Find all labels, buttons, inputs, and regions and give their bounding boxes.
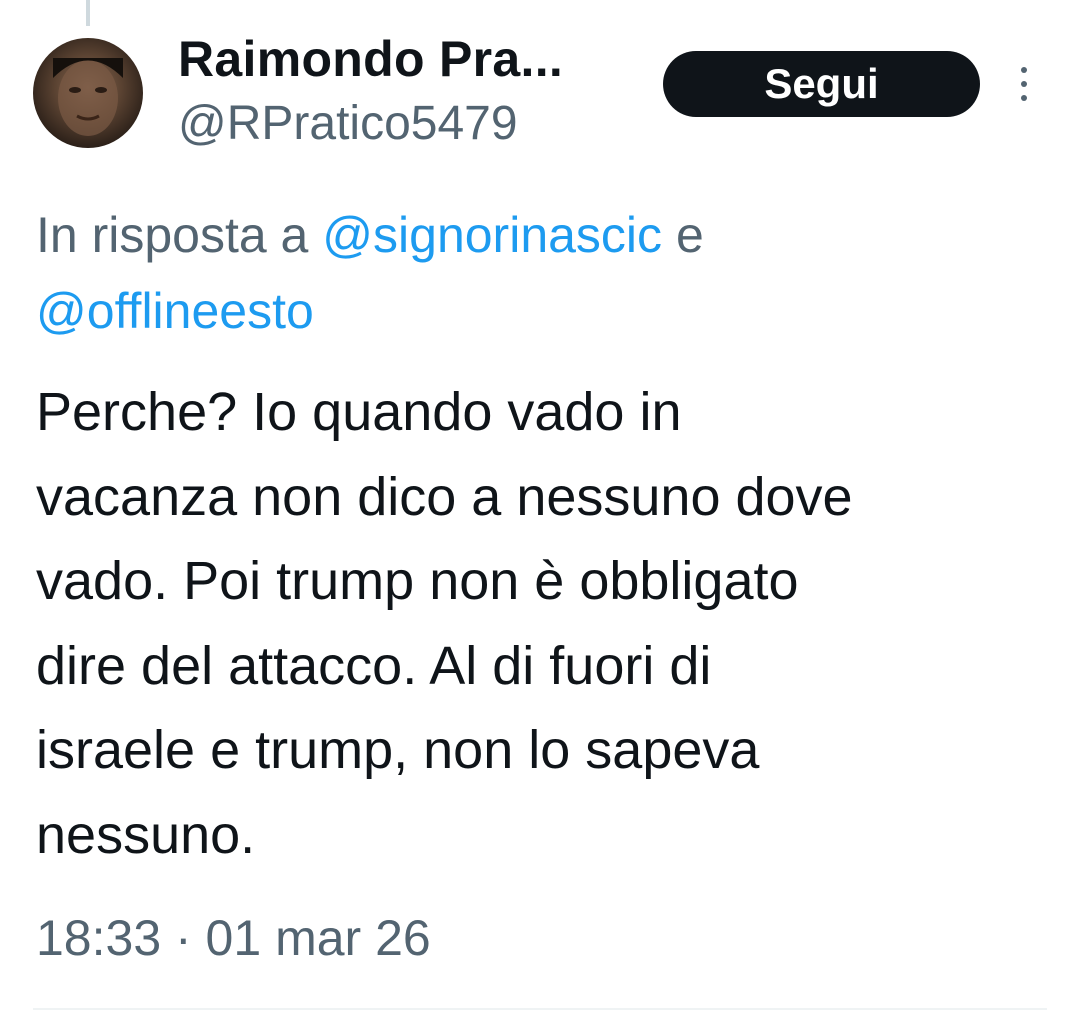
reply-context: In risposta a @signorinascic e @offlinee…	[36, 197, 1036, 349]
divider	[33, 1008, 1047, 1010]
tweet-text: Perche? Io quando vado in vacanza non di…	[36, 382, 853, 865]
mention-link-offlineesto[interactable]: @offlineesto	[36, 283, 314, 339]
mention-link-signorinascic[interactable]: @signorinascic	[322, 207, 662, 263]
reply-conjunction: e	[662, 207, 704, 263]
avatar-photo-icon	[53, 58, 123, 136]
reply-prefix: In risposta a	[36, 207, 323, 263]
follow-button[interactable]: Segui	[663, 51, 980, 117]
author-name[interactable]: Raimondo Pra...	[178, 30, 563, 88]
thread-connector-line	[86, 0, 90, 26]
author-handle[interactable]: @RPratico5479	[178, 96, 518, 151]
avatar[interactable]	[33, 38, 143, 148]
tweet-timestamp[interactable]: 18:33 · 01 mar 26	[36, 909, 431, 967]
more-vertical-icon[interactable]	[1014, 64, 1034, 104]
